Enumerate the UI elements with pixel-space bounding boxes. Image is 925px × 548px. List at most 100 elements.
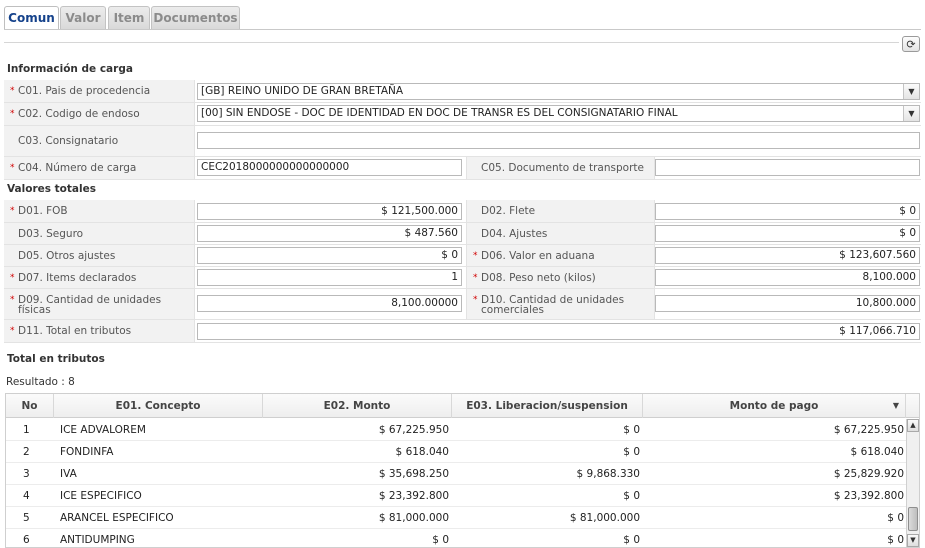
label-c03-text: C03. Consignatario bbox=[18, 135, 119, 147]
label-d10-line2: comerciales bbox=[481, 304, 544, 316]
col-header-monto-pago-label: Monto de pago bbox=[729, 400, 819, 412]
peso-neto-input[interactable]: 8,100.000 bbox=[655, 269, 920, 286]
cell-monto-pago: $ 25,829.920 bbox=[833, 468, 904, 480]
sort-desc-icon[interactable]: ▼ bbox=[893, 394, 899, 418]
scroll-up-icon[interactable]: ▲ bbox=[907, 419, 919, 432]
table-row[interactable]: 3 IVA $ 35,698.250 $ 9,868.330 $ 25,829.920 bbox=[6, 463, 906, 485]
label-d04-text: D04. Ajustes bbox=[481, 227, 548, 240]
form-row-d07: * D07. Items declarados 1 * D08. Peso neto… bbox=[4, 267, 921, 289]
unidades-comerciales-input[interactable]: 10,800.000 bbox=[655, 295, 920, 312]
scroll-thumb[interactable] bbox=[908, 507, 918, 531]
valor-aduana-input[interactable]: $ 123,607.560 bbox=[655, 247, 920, 264]
numero-carga-input[interactable]: CEC2018000000000000000 bbox=[197, 159, 462, 176]
cell-monto: $ 23,392.800 bbox=[378, 490, 449, 502]
label-d09-text: D09. Cantidad de unidades físicas bbox=[18, 295, 161, 316]
label-c04-text: C04. Número de carga bbox=[18, 162, 137, 174]
documento-transporte-input[interactable] bbox=[655, 159, 920, 176]
codigo-endoso-value: [00] SIN ENDOSE - DOC DE IDENTIDAD EN DO… bbox=[201, 107, 678, 119]
form-row-c04: * C04. Número de carga CEC201800000000000… bbox=[4, 157, 921, 180]
cell-liberacion: $ 0 bbox=[623, 446, 640, 458]
scroll-down-icon[interactable]: ▼ bbox=[907, 534, 919, 547]
label-d02-text: D02. Flete bbox=[481, 205, 536, 217]
tab-comun[interactable]: Comun bbox=[4, 6, 59, 30]
cell-concepto: ICE ESPECIFICO bbox=[60, 490, 142, 502]
label-c03: C03. Consignatario bbox=[4, 126, 195, 156]
chevron-down-icon[interactable]: ▼ bbox=[903, 106, 919, 121]
cell-monto-pago: $ 67,225.950 bbox=[833, 424, 904, 436]
label-d07: * D07. Items declarados bbox=[4, 267, 195, 288]
table-row[interactable]: 4 ICE ESPECIFICO $ 23,392.800 $ 0 $ 23,392.8… bbox=[6, 485, 906, 507]
required-mark: * bbox=[10, 295, 15, 305]
table-header: No E01. Concepto E02. Monto E03. Liberac… bbox=[6, 394, 919, 418]
seguro-input[interactable]: $ 487.560 bbox=[197, 225, 462, 242]
label-d01: * D01. FOB bbox=[4, 200, 195, 222]
label-d06-text: D06. Valor en aduana bbox=[481, 249, 595, 262]
cell-concepto: IVA bbox=[60, 468, 77, 480]
label-c04: * C04. Número de carga bbox=[4, 157, 195, 179]
consignatario-input[interactable] bbox=[197, 132, 920, 149]
cell-monto-pago: $ 618.040 bbox=[850, 446, 904, 458]
cell-monto: $ 618.040 bbox=[395, 446, 449, 458]
required-mark: * bbox=[10, 163, 15, 173]
col-header-liberacion[interactable]: E03. Liberacion/suspension bbox=[452, 394, 643, 418]
codigo-endoso-select[interactable]: [00] SIN ENDOSE - DOC DE IDENTIDAD EN DO… bbox=[197, 105, 920, 122]
cell-no: 3 bbox=[23, 468, 30, 480]
cell-concepto: ARANCEL ESPECIFICO bbox=[60, 512, 174, 524]
cell-concepto: ANTIDUMPING bbox=[60, 534, 135, 546]
cell-concepto: ICE ADVALOREM bbox=[60, 424, 146, 436]
otros-ajustes-input[interactable]: $ 0 bbox=[197, 247, 462, 264]
cell-monto-pago: $ 0 bbox=[887, 512, 904, 524]
section-title-valores: Valores totales bbox=[7, 183, 96, 195]
required-mark: * bbox=[473, 250, 478, 261]
form-row-d01: * D01. FOB $ 121,500.000 D02. Flete $ 0 bbox=[4, 200, 921, 223]
cell-concepto: FONDINFA bbox=[60, 446, 114, 458]
label-d09: * D09. Cantidad de unidades físicas bbox=[4, 289, 195, 319]
label-c05-text: C05. Documento de transporte bbox=[481, 162, 644, 174]
table-row[interactable]: 1 ICE ADVALOREM $ 67,225.950 $ 0 $ 67,225.95… bbox=[6, 419, 906, 441]
tab-documentos[interactable]: Documentos bbox=[151, 6, 240, 29]
ajustes-input[interactable]: $ 0 bbox=[655, 225, 920, 242]
form-row-c01: * C01. Pais de procedencia [GB] REINO UNI… bbox=[4, 80, 921, 103]
label-d02: D02. Flete bbox=[466, 200, 655, 222]
col-header-no[interactable]: No bbox=[6, 394, 54, 418]
fob-input[interactable]: $ 121,500.000 bbox=[197, 203, 462, 220]
label-c02: * C02. Codigo de endoso bbox=[4, 103, 195, 125]
label-c01-text: C01. Pais de procedencia bbox=[18, 85, 151, 97]
tab-valor[interactable]: Valor bbox=[60, 6, 106, 29]
pais-procedencia-select[interactable]: [GB] REINO UNIDO DE GRAN BRETAÑA ▼ bbox=[197, 83, 920, 100]
label-d06: * D06. Valor en aduana bbox=[466, 245, 655, 266]
chevron-down-icon[interactable]: ▼ bbox=[903, 84, 919, 99]
form-row-d03: D03. Seguro $ 487.560 D04. Ajustes $ 0 bbox=[4, 223, 921, 245]
label-d03: D03. Seguro bbox=[4, 223, 195, 244]
cell-monto: $ 35,698.250 bbox=[378, 468, 449, 480]
form-row-d11: * D11. Total en tributos $ 117,066.710 bbox=[4, 320, 921, 343]
table-row[interactable]: 6 ANTIDUMPING $ 0 $ 0 $ 0 bbox=[6, 529, 906, 547]
form-row-d05: D05. Otros ajustes $ 0 * D06. Valor en ad… bbox=[4, 245, 921, 267]
label-c02-text: C02. Codigo de endoso bbox=[18, 108, 140, 120]
items-declarados-input[interactable]: 1 bbox=[197, 269, 462, 286]
col-header-monto-pago[interactable]: Monto de pago ▼ bbox=[643, 394, 906, 418]
unidades-fisicas-input[interactable]: 8,100.00000 bbox=[197, 295, 462, 312]
label-c01: * C01. Pais de procedencia bbox=[4, 80, 195, 102]
toolbar-divider bbox=[4, 42, 899, 43]
refresh-button[interactable]: ⟳ bbox=[902, 36, 920, 52]
section-title-tributos: Total en tributos bbox=[7, 353, 105, 365]
label-d01-text: D01. FOB bbox=[18, 205, 68, 217]
table-scrollbar[interactable]: ▲ ▼ bbox=[906, 419, 919, 547]
col-header-monto[interactable]: E02. Monto bbox=[263, 394, 452, 418]
cell-no: 4 bbox=[23, 490, 30, 502]
required-mark: * bbox=[473, 295, 478, 305]
tab-divider bbox=[4, 29, 921, 30]
refresh-icon: ⟳ bbox=[906, 37, 916, 51]
flete-input[interactable]: $ 0 bbox=[655, 203, 920, 220]
table-row[interactable]: 5 ARANCEL ESPECIFICO $ 81,000.000 $ 81,000.… bbox=[6, 507, 906, 529]
table-row[interactable]: 2 FONDINFA $ 618.040 $ 0 $ 618.040 bbox=[6, 441, 906, 463]
tab-item[interactable]: Item bbox=[108, 6, 150, 29]
section-title-carga: Información de carga bbox=[7, 63, 133, 75]
col-header-concepto[interactable]: E01. Concepto bbox=[54, 394, 263, 418]
required-mark: * bbox=[10, 326, 15, 336]
label-d11: * D11. Total en tributos bbox=[4, 320, 195, 342]
total-tributos-input[interactable]: $ 117,066.710 bbox=[197, 323, 920, 340]
cell-liberacion: $ 81,000.000 bbox=[569, 512, 640, 524]
form-row-c03: C03. Consignatario bbox=[4, 126, 921, 157]
